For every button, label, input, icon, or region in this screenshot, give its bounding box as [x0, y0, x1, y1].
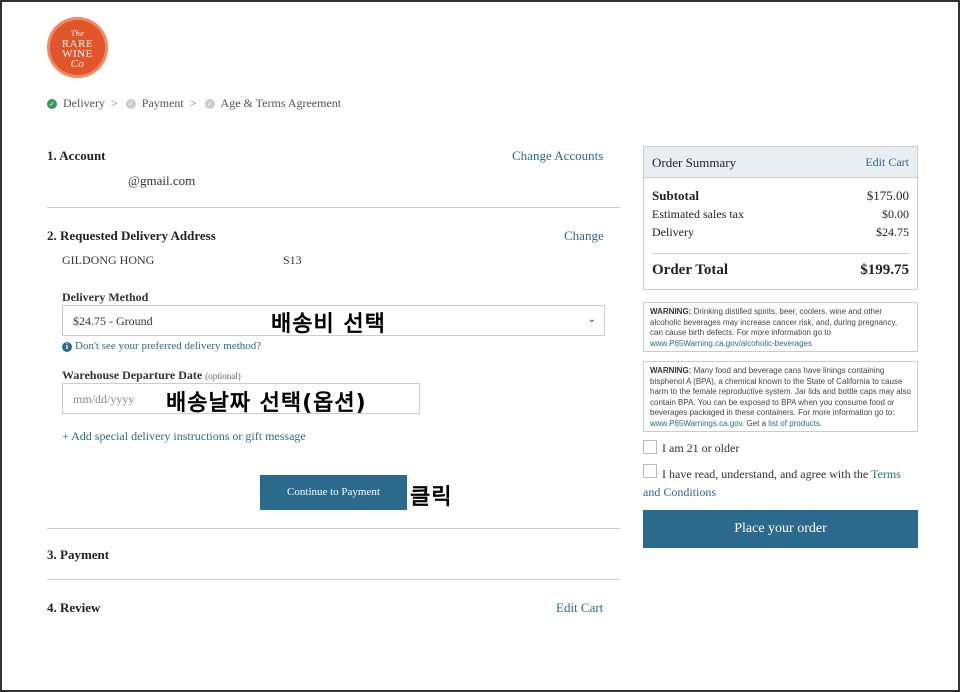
departure-date-label-text: Warehouse Departure Date	[62, 368, 203, 382]
annotation-click: 클릭	[410, 485, 453, 510]
address-code: S13	[283, 253, 302, 267]
departure-date-label: Warehouse Departure Date (optional)	[62, 368, 241, 383]
warning-text: . Get a	[742, 418, 767, 428]
breadcrumb-age-terms[interactable]: Age & Terms Agreement	[221, 96, 342, 111]
terms-text: I have read, understand, and agree with …	[662, 467, 869, 481]
tax-value: $0.00	[882, 207, 909, 221]
review-section-title: 4. Review	[47, 600, 101, 615]
edit-cart-link[interactable]: Edit Cart	[556, 600, 603, 616]
terms-and-conditions-link[interactable]: and Conditions	[643, 483, 716, 501]
age-checkbox[interactable]	[643, 440, 657, 454]
section-divider	[47, 528, 620, 529]
order-summary-header: Order Summary Edit Cart	[644, 147, 917, 178]
account-section-title: 1. Account	[47, 148, 106, 163]
tax-row: Estimated sales tax $0.00	[652, 207, 909, 222]
list-of-products-link[interactable]: list of products	[768, 419, 820, 428]
section-divider	[47, 207, 620, 208]
subtotal-row: Subtotal $175.00	[652, 188, 909, 204]
summary-divider	[652, 253, 909, 254]
recipient-name: GILDONG HONG	[62, 253, 155, 267]
section-divider	[47, 579, 620, 580]
help-link-text: Don't see your preferred delivery method…	[75, 340, 262, 352]
order-summary-panel: Order Summary Edit Cart Subtotal $175.00…	[643, 146, 918, 290]
pending-step-icon: ✓	[204, 98, 215, 109]
optional-tag: (optional)	[205, 371, 241, 381]
order-total-label: Order Total	[652, 262, 728, 278]
place-order-button[interactable]: Place your order	[643, 510, 918, 548]
bpa-warning: WARNING: Many food and beverage cans hav…	[643, 361, 918, 432]
breadcrumb: ✓ Delivery > ✓ Payment > ✓ Age & Terms A…	[47, 96, 341, 111]
delivery-row: Delivery $24.75	[652, 225, 909, 240]
add-instructions-link[interactable]: + Add special delivery instructions or g…	[62, 429, 306, 444]
info-icon: i	[62, 342, 72, 352]
chevron-down-icon: ⌄	[587, 314, 596, 325]
warning-text: .	[819, 418, 823, 428]
delivery-label: Delivery	[652, 225, 694, 239]
logo-text: Co	[70, 58, 85, 70]
delivery-method-value: $24.75 - Ground	[73, 314, 153, 328]
order-summary-title: Order Summary	[652, 155, 737, 170]
check-icon: ✓	[47, 98, 57, 109]
delivery-method-label: Delivery Method	[62, 290, 149, 304]
rare-wine-co-logo[interactable]: The RARE WINE Co	[47, 17, 108, 78]
continue-to-payment-button[interactable]: Continue to Payment	[260, 475, 407, 510]
summary-edit-cart-link[interactable]: Edit Cart	[865, 155, 909, 170]
terms-link-part1[interactable]: Terms	[871, 465, 901, 483]
annotation-delivery-date: 배송날짜 선택(옵션)	[166, 391, 367, 416]
address-section-title: 2. Requested Delivery Address	[47, 228, 216, 243]
tax-label: Estimated sales tax	[652, 207, 744, 221]
breadcrumb-payment[interactable]: Payment	[142, 96, 184, 111]
pending-step-icon: ✓	[125, 98, 136, 109]
delivery-value: $24.75	[876, 225, 909, 239]
annotation-shipping-fee: 배송비 선택	[271, 312, 386, 337]
p65-alcohol-link[interactable]: www.P65Warning.ca.gov/alcoholic-beverage…	[650, 339, 812, 348]
payment-section-title: 3. Payment	[47, 547, 110, 562]
subtotal-label: Subtotal	[652, 188, 699, 203]
order-total-row: Order Total $199.75	[652, 262, 909, 279]
p65-link[interactable]: www.P65Warnings.ca.gov	[650, 419, 742, 428]
subtotal-value: $175.00	[866, 188, 909, 203]
account-email: @gmail.com	[128, 173, 196, 188]
age-checkbox-label: I am 21 or older	[662, 441, 740, 455]
breadcrumb-separator: >	[110, 96, 118, 110]
breadcrumb-separator: >	[189, 96, 197, 110]
change-accounts-link[interactable]: Change Accounts	[512, 148, 603, 164]
delivery-method-help-link[interactable]: i Don't see your preferred delivery metho…	[62, 340, 261, 352]
change-address-link[interactable]: Change	[564, 228, 604, 244]
warning-head: WARNING:	[650, 366, 692, 375]
warning-head: WARNING:	[650, 307, 692, 316]
order-total-value: $199.75	[860, 262, 909, 278]
alcohol-warning: WARNING: Drinking distilled spirits, bee…	[643, 302, 918, 352]
terms-checkbox[interactable]	[643, 464, 657, 478]
breadcrumb-delivery[interactable]: Delivery	[63, 96, 105, 111]
